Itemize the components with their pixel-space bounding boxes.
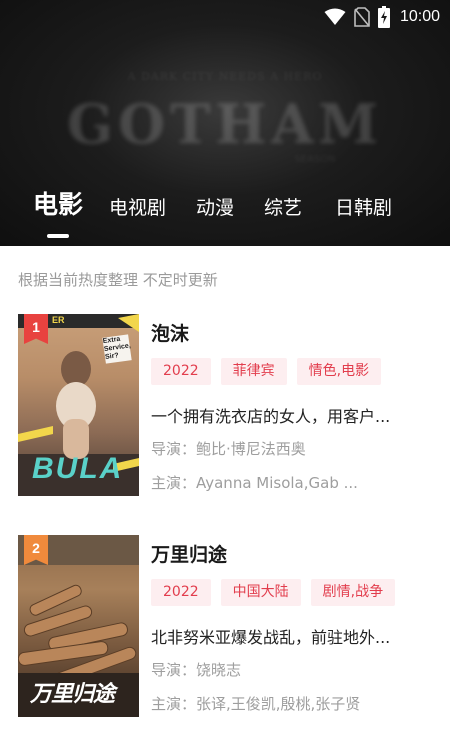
movie-card[interactable]: 万里归途 2 万里归途 2022 中国大陆 剧情,战争 北非努米亚爆发战乱，前驻… (0, 535, 450, 717)
tag-year: 2022 (151, 579, 211, 606)
poster-top-text: ER (52, 315, 65, 325)
battery-charging-icon (377, 6, 390, 28)
tab-movie[interactable]: 电影 (33, 188, 83, 222)
active-tab-indicator (47, 234, 69, 238)
movie-cast: 主演：张译,王俊凯,殷桃,张子贤 (151, 695, 361, 713)
status-time: 10:00 (399, 8, 440, 25)
movie-poster[interactable]: 万里归途 2 (18, 535, 139, 717)
ranking-subtitle: 根据当前热度整理 不定时更新 (18, 271, 218, 289)
tag-region: 中国大陆 (220, 579, 301, 606)
movie-title[interactable]: 万里归途 (151, 540, 227, 567)
movie-cast: 主演：Ayanna Misola,Gab ... (151, 474, 358, 492)
tag-region: 菲律宾 (220, 358, 287, 385)
poster-logo-text: 万里归途 (30, 681, 115, 706)
tag-list: 2022 菲律宾 情色,电影 (151, 358, 382, 385)
banner-caption: SEASON (294, 154, 336, 165)
poster-badge-text: Extra Service, Sir? (102, 335, 132, 361)
movie-poster[interactable]: ER Extra Service, Sir? BULA 1 (18, 314, 139, 496)
movie-card[interactable]: ER Extra Service, Sir? BULA 1 泡沫 2022 菲律… (0, 314, 450, 496)
no-sim-icon (354, 7, 370, 27)
poster-logo-text: BULA (32, 452, 124, 485)
tab-jk-drama[interactable]: 日韩剧 (335, 190, 392, 226)
movie-description: 北非努米亚爆发战乱，前驻地外... (151, 628, 391, 647)
tag-list: 2022 中国大陆 剧情,战争 (151, 579, 396, 606)
tag-genre: 情色,电影 (296, 358, 382, 385)
movie-director: 导演：鲍比·博尼法西奥 (151, 440, 306, 458)
wifi-icon (324, 8, 346, 26)
movie-title[interactable]: 泡沫 (151, 319, 189, 346)
tab-anime[interactable]: 动漫 (196, 190, 234, 226)
category-tabs: 电影 电视剧 动漫 综艺 日韩剧 (0, 188, 450, 238)
banner-title: GOTHAM (66, 92, 384, 156)
tag-year: 2022 (151, 358, 211, 385)
tag-genre: 剧情,战争 (310, 579, 396, 606)
movie-description: 一个拥有洗衣店的女人，用客户... (151, 407, 391, 426)
tab-variety[interactable]: 综艺 (264, 190, 302, 226)
header-banner: A DARK CITY NEEDS A HERO GOTHAM SEASON 1… (0, 0, 450, 246)
tab-tv-series[interactable]: 电视剧 (109, 190, 166, 226)
banner-tagline: A DARK CITY NEEDS A HERO (127, 70, 323, 83)
status-bar: 10:00 (324, 0, 450, 34)
movie-director: 导演：饶晓志 (151, 661, 242, 679)
